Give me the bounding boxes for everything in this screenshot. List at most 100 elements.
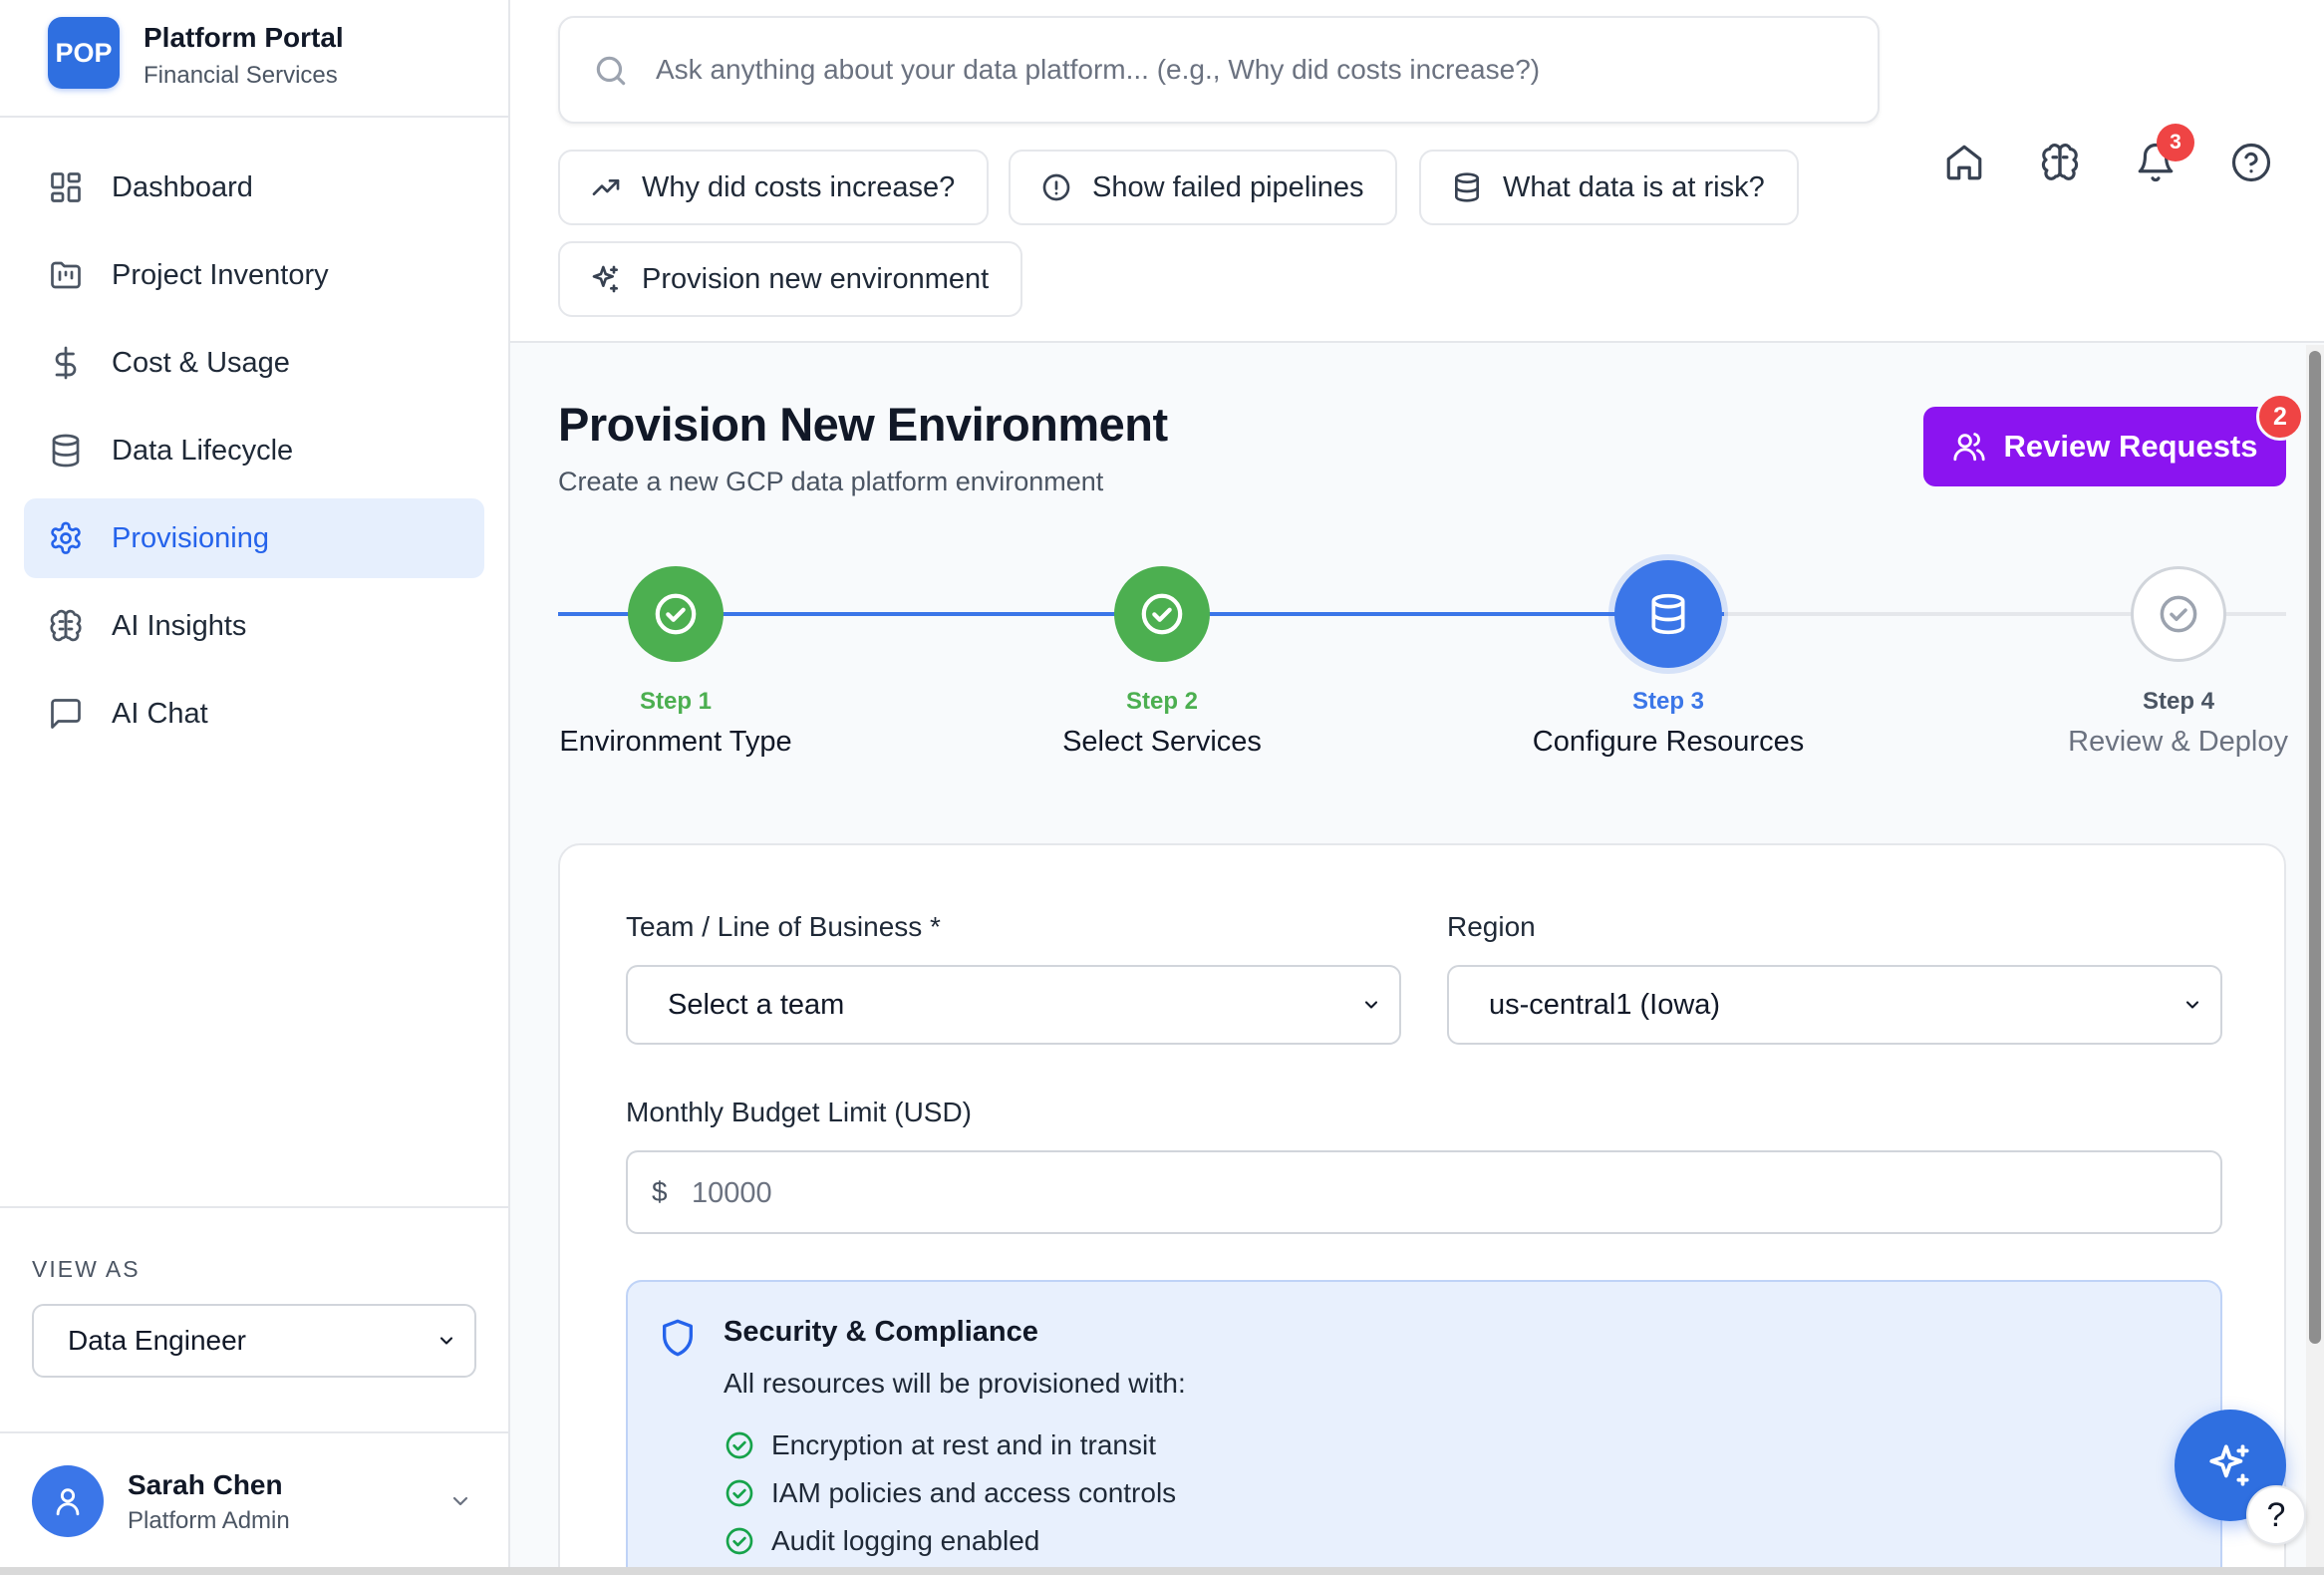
- help-circle-icon[interactable]: [2230, 142, 2272, 183]
- quick-action-label: Show failed pipelines: [1092, 170, 1364, 203]
- chevron-down-icon: [1361, 995, 1381, 1015]
- step-3-database-icon[interactable]: [1614, 560, 1722, 668]
- brain-icon: [48, 608, 84, 644]
- scrollbar-thumb[interactable]: [2309, 351, 2321, 1344]
- currency-symbol: $: [652, 1176, 668, 1207]
- brain-icon[interactable]: [2039, 142, 2081, 183]
- step-1-label: Environment Type: [559, 726, 792, 758]
- sparkles-icon: [590, 263, 622, 295]
- user-name: Sarah Chen: [128, 1469, 283, 1500]
- database-icon: [48, 433, 84, 469]
- quick-action-failed-pipelines[interactable]: Show failed pipelines: [1009, 150, 1398, 225]
- team-select[interactable]: Select a team: [626, 965, 1401, 1045]
- database-icon: [1451, 171, 1483, 203]
- user-profile[interactable]: Sarah Chen Platform Admin: [0, 1435, 508, 1575]
- sidebar-item-provisioning[interactable]: Provisioning: [24, 498, 484, 578]
- security-title: Security & Compliance: [724, 1316, 1038, 1348]
- user-role: Platform Admin: [128, 1507, 290, 1534]
- check-circle-icon: [724, 1477, 755, 1509]
- sidebar-item-project-inventory[interactable]: Project Inventory: [24, 235, 484, 315]
- search-icon: [592, 52, 630, 90]
- chevron-down-icon: [2182, 995, 2202, 1015]
- brand-logo[interactable]: POP: [48, 17, 120, 89]
- security-item-label: Encryption at rest and in transit: [771, 1429, 1156, 1460]
- sidebar-item-data-lifecycle[interactable]: Data Lifecycle: [24, 411, 484, 490]
- users-icon: [1952, 430, 1986, 464]
- home-icon[interactable]: [1943, 142, 1985, 183]
- sidebar-item-label: Dashboard: [112, 170, 253, 203]
- step-3-number: Step 3: [1631, 688, 1705, 715]
- chevron-down-icon[interactable]: [448, 1489, 472, 1513]
- chevron-down-icon: [436, 1331, 456, 1351]
- brand-name: Platform Portal: [144, 22, 344, 53]
- review-requests-button[interactable]: Review Requests: [1923, 407, 2286, 486]
- avatar: [32, 1465, 104, 1537]
- sidebar-item-label: Data Lifecycle: [112, 434, 294, 467]
- step-2-number: Step 2: [1125, 688, 1199, 715]
- review-count-badge: 2: [2256, 393, 2304, 441]
- quick-action-data-risk[interactable]: What data is at risk?: [1419, 150, 1799, 225]
- step-3-label: Configure Resources: [1532, 726, 1805, 758]
- security-item: IAM policies and access controls: [724, 1473, 1176, 1513]
- security-item: Audit logging enabled: [724, 1521, 1039, 1561]
- step-4-label: Review & Deploy: [2068, 726, 2288, 758]
- view-as-select[interactable]: Data Engineer: [32, 1304, 476, 1378]
- sidebar-item-cost-usage[interactable]: Cost & Usage: [24, 323, 484, 403]
- team-select-value: Select a team: [668, 988, 845, 1021]
- chat-icon: [48, 696, 84, 732]
- check-circle-icon: [724, 1429, 755, 1461]
- trending-up-icon: [590, 171, 622, 203]
- step-1-complete-icon[interactable]: [628, 566, 724, 662]
- window-bottom-edge: [0, 1567, 2324, 1575]
- budget-field-label: Monthly Budget Limit (USD): [626, 1097, 973, 1127]
- dollar-icon: [48, 345, 84, 381]
- region-select[interactable]: us-central1 (Iowa): [1447, 965, 2222, 1045]
- page-title: Provision New Environment: [558, 398, 1168, 451]
- quick-action-label: What data is at risk?: [1503, 170, 1765, 203]
- sidebar-item-ai-chat[interactable]: AI Chat: [24, 674, 484, 754]
- shield-icon: [658, 1318, 698, 1358]
- step-4-pending-icon[interactable]: [2131, 566, 2226, 662]
- sidebar-item-label: AI Insights: [112, 609, 247, 642]
- brand-subtitle: Financial Services: [144, 62, 338, 89]
- gear-icon: [48, 520, 84, 556]
- review-requests-label: Review Requests: [2003, 429, 2258, 464]
- sidebar-item-dashboard[interactable]: Dashboard: [24, 148, 484, 227]
- team-field-label: Team / Line of Business *: [626, 911, 941, 942]
- region-select-value: us-central1 (Iowa): [1489, 988, 1721, 1021]
- view-as-label: VIEW AS: [32, 1256, 141, 1282]
- sidebar: POP Platform Portal Financial Services D…: [0, 0, 510, 1575]
- budget-input[interactable]: [692, 1166, 2186, 1220]
- sparkles-icon: [2205, 1440, 2255, 1490]
- alert-circle-icon: [1040, 171, 1072, 203]
- security-item: Encryption at rest and in transit: [724, 1425, 1156, 1465]
- brand-header: POP Platform Portal Financial Services: [0, 0, 508, 118]
- step-4-number: Step 4: [2142, 688, 2215, 715]
- main-scrollbar[interactable]: [2306, 345, 2324, 1575]
- view-as-section: VIEW AS Data Engineer: [0, 1206, 508, 1433]
- budget-field[interactable]: $: [626, 1150, 2222, 1234]
- page-subtitle: Create a new GCP data platform environme…: [558, 467, 1104, 496]
- step-2-complete-icon[interactable]: [1114, 566, 1210, 662]
- configure-resources-card: Team / Line of Business * Select a team …: [558, 843, 2286, 1575]
- view-as-value: Data Engineer: [68, 1325, 247, 1356]
- search-bar[interactable]: [558, 16, 1880, 124]
- sidebar-item-label: AI Chat: [112, 697, 208, 730]
- help-button[interactable]: ?: [2246, 1485, 2306, 1545]
- quick-action-provision[interactable]: Provision new environment: [558, 241, 1023, 317]
- security-item-label: Audit logging enabled: [771, 1525, 1040, 1556]
- sidebar-nav: Dashboard Project Inventory Cost & Usage: [24, 148, 484, 762]
- search-input[interactable]: [656, 38, 1852, 102]
- region-field-label: Region: [1447, 911, 1536, 942]
- sidebar-item-ai-insights[interactable]: AI Insights: [24, 586, 484, 666]
- step-2-label: Select Services: [1062, 726, 1262, 758]
- sidebar-item-label: Project Inventory: [112, 258, 329, 291]
- sidebar-item-label: Cost & Usage: [112, 346, 290, 379]
- quick-action-label: Provision new environment: [642, 262, 990, 295]
- security-compliance-panel: Security & Compliance All resources will…: [626, 1280, 2222, 1575]
- quick-action-label: Why did costs increase?: [642, 170, 956, 203]
- quick-action-costs[interactable]: Why did costs increase?: [558, 150, 990, 225]
- security-description: All resources will be provisioned with:: [724, 1368, 1186, 1399]
- security-item-label: IAM policies and access controls: [771, 1477, 1177, 1508]
- main-content: Provision New Environment Create a new G…: [510, 345, 2324, 1575]
